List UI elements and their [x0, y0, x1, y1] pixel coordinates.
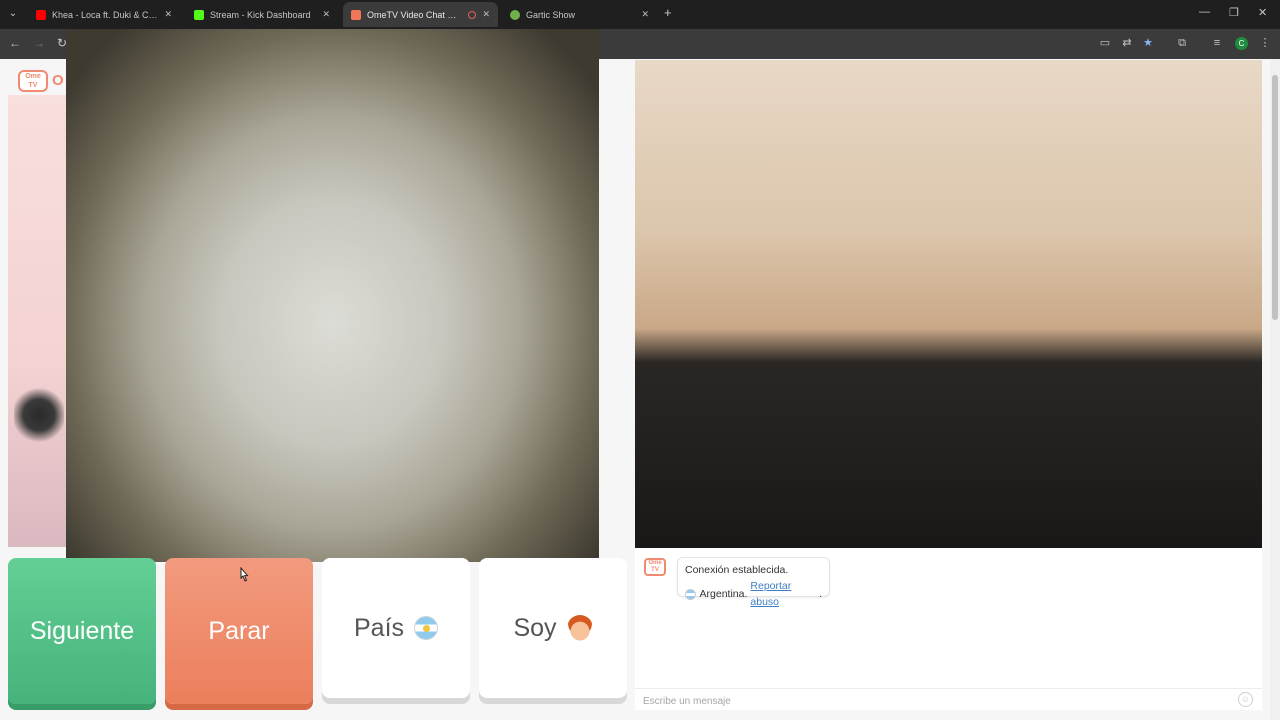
report-link-suffix: .	[819, 588, 822, 600]
gender-button-label: Soy	[513, 613, 557, 642]
close-icon[interactable]: ✕	[322, 9, 330, 20]
new-tab-icon[interactable]: +	[664, 6, 672, 20]
kick-favicon-icon	[194, 9, 204, 20]
close-icon[interactable]: ✕	[641, 9, 649, 20]
chat-system-message: Conexión establecida. Argentina. Reporta…	[677, 557, 830, 608]
menu-kebab-icon[interactable]: ⋮	[1258, 36, 1272, 50]
tab-title: Gartic Show	[526, 9, 576, 20]
background-image	[14, 385, 64, 445]
translate-icon[interactable]: ⇄	[1120, 36, 1134, 50]
minimize-icon[interactable]: —	[1199, 6, 1210, 18]
bookmark-star-icon[interactable]: ★	[1141, 36, 1155, 50]
tab-title: Khea - Loca ft. Duki & Cazzu (P	[52, 9, 159, 20]
next-button-label: Siguiente	[29, 616, 135, 645]
argentina-flag-icon	[685, 588, 696, 600]
next-button[interactable]: Siguiente	[8, 558, 156, 704]
ometv-logo-wordmark: O	[52, 72, 64, 89]
browser-tab-bar: ⌄ Khea - Loca ft. Duki & Cazzu (P ✕ Stre…	[0, 0, 1280, 29]
extensions-icon[interactable]: ⧉	[1175, 36, 1189, 50]
country-button[interactable]: País	[322, 558, 470, 698]
media-controls-icon[interactable]: ≡	[1210, 36, 1224, 50]
profile-avatar[interactable]: C	[1235, 37, 1248, 50]
cursor-icon	[239, 566, 249, 582]
tab-title: OmeTV Video Chat — Ome	[367, 9, 464, 20]
stranger-video	[66, 29, 599, 562]
background-panel	[8, 95, 68, 547]
country-button-label: País	[353, 613, 405, 642]
connection-status: Conexión establecida.	[685, 564, 789, 576]
tab-youtube[interactable]: Khea - Loca ft. Duki & Cazzu (P ✕	[28, 2, 180, 27]
chat-input-bar: ☺	[635, 688, 1262, 710]
chat-ometv-logo: Ome TV	[644, 558, 666, 576]
youtube-favicon-icon	[36, 9, 46, 20]
tab-search-icon[interactable]: ⌄	[4, 5, 22, 23]
country-line: Argentina. Reportar abuso .	[685, 578, 822, 610]
recording-icon	[468, 10, 477, 19]
close-window-icon[interactable]: ✕	[1258, 6, 1267, 19]
back-icon[interactable]: ←	[9, 36, 21, 50]
boy-emoji-icon	[566, 615, 593, 641]
ometv-logo[interactable]: Ome TV	[18, 70, 48, 92]
forward-icon[interactable]: →	[33, 36, 45, 50]
ometv-favicon-icon	[351, 9, 361, 20]
emoji-icon[interactable]: ☺	[1238, 692, 1253, 707]
tab-ometv[interactable]: OmeTV Video Chat — Ome ✕	[343, 2, 498, 27]
tab-title: Stream - Kick Dashboard	[210, 9, 311, 20]
tab-kick[interactable]: Stream - Kick Dashboard ✕	[186, 2, 338, 27]
own-webcam-video	[635, 60, 1262, 548]
cast-icon[interactable]: ▭	[1098, 36, 1112, 50]
report-abuse-link[interactable]: Reportar abuso	[750, 578, 819, 610]
partner-country: Argentina.	[699, 588, 748, 600]
gender-button[interactable]: Soy	[479, 558, 627, 698]
chat-message-input[interactable]	[641, 693, 1221, 709]
scrollbar-thumb[interactable]	[1272, 75, 1278, 320]
tab-gartic[interactable]: Gartic Show ✕	[502, 2, 657, 27]
argentina-flag-icon	[414, 616, 439, 640]
stop-button-label: Parar	[208, 616, 270, 645]
restore-icon[interactable]: ❐	[1229, 6, 1239, 19]
gartic-favicon-icon	[510, 9, 520, 20]
page-scrollbar[interactable]	[1270, 59, 1280, 720]
close-icon[interactable]: ✕	[164, 9, 172, 20]
close-icon[interactable]: ✕	[482, 9, 490, 20]
